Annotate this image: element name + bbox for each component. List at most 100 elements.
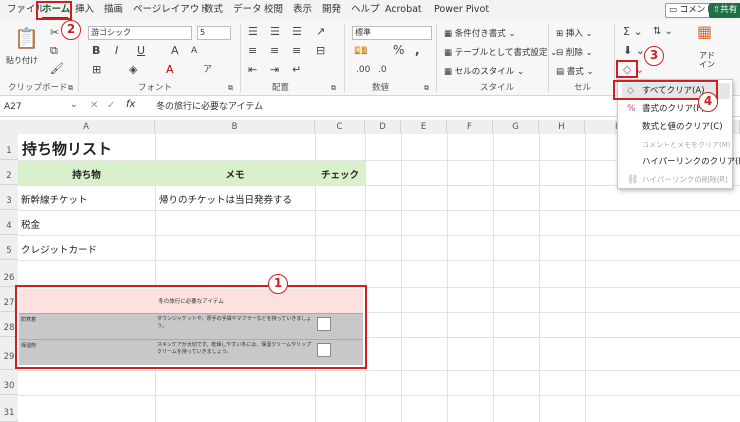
percent-icon[interactable]: % [393, 44, 404, 56]
tab-data[interactable]: データ [233, 2, 262, 18]
column-header[interactable]: D [365, 120, 401, 134]
pasted-textbox[interactable]: 冬の旅行に必要なアイテム 防寒着 ダウンジャケットや、厚手の手袋やマフラーなどを… [15, 285, 367, 369]
remove-hyperlinks-menu-item[interactable]: ⛓ ハイパーリンクの削除(R) [622, 172, 730, 188]
autosum-icon[interactable]: Σ ⌄ [623, 26, 643, 38]
wrap-text-icon[interactable]: ↵ [292, 64, 301, 76]
column-header[interactable]: B [155, 120, 315, 134]
format-cells-button[interactable]: ▤ 書式 ⌄ [556, 65, 594, 77]
font-color-icon[interactable]: A [166, 64, 174, 76]
item-name[interactable]: 新幹線チケット [21, 192, 88, 206]
font-size-combo[interactable]: 5 [197, 26, 231, 40]
delete-cells-button[interactable]: ⊟ 削除 ⌄ [556, 46, 593, 58]
checkbox[interactable] [317, 317, 331, 331]
align-top-icon[interactable]: ☰ [248, 26, 258, 38]
item-name[interactable]: クレジットカード [21, 242, 97, 256]
cut-icon[interactable]: ✂ [50, 27, 59, 39]
currency-icon[interactable]: 💴 [354, 45, 368, 57]
tab-draw[interactable]: 描画 [104, 2, 123, 18]
sort-filter-icon[interactable]: ⇅ ⌄ [653, 26, 673, 38]
number-format-combo[interactable]: 標準 [352, 26, 432, 40]
bold-icon[interactable]: B [92, 45, 100, 57]
tab-help[interactable]: ヘルプ [351, 2, 380, 18]
header-check[interactable]: チェック [315, 167, 365, 181]
column-header[interactable]: C [315, 120, 365, 134]
formula-input[interactable]: 冬の旅行に必要なアイテム [156, 100, 263, 114]
tab-developer[interactable]: 開発 [322, 2, 341, 18]
header-item[interactable]: 持ち物 [18, 167, 155, 181]
copy-icon[interactable]: ⧉ [50, 45, 58, 57]
row-header[interactable]: 5 [0, 235, 18, 260]
font-name-combo[interactable]: 游ゴシック [88, 26, 192, 40]
border-icon[interactable]: ⊞ [92, 64, 101, 76]
insert-cells-button[interactable]: ⊞ 挿入 ⌄ [556, 27, 593, 39]
column-header[interactable]: F [447, 120, 493, 134]
align-bottom-icon[interactable]: ☰ [292, 26, 302, 38]
enter-icon[interactable]: ✓ [107, 100, 115, 111]
font-launcher-icon[interactable]: ⧉ [228, 82, 233, 94]
row-header[interactable]: 26 [0, 260, 18, 287]
checkbox[interactable] [317, 343, 331, 357]
increase-decimal-icon[interactable]: .00 [356, 64, 370, 76]
format-painter-icon[interactable]: 🖌 [50, 63, 64, 75]
addin-icon[interactable]: ▦ [697, 24, 712, 40]
italic-icon[interactable]: I [115, 45, 118, 57]
row-header[interactable]: 1 [0, 134, 18, 160]
paste-label[interactable]: 貼り付け [6, 55, 38, 66]
decrease-decimal-icon[interactable]: .0 [378, 64, 387, 76]
cancel-icon[interactable]: ✕ [90, 100, 98, 111]
phonetic-icon[interactable]: ア [203, 64, 212, 76]
row-header[interactable]: 31 [0, 395, 18, 422]
tab-formulas[interactable]: 数式 [204, 2, 223, 18]
merge-center-icon[interactable]: ⊟ [316, 45, 325, 57]
item-memo[interactable]: 帰りのチケットは当日発券する [159, 192, 292, 206]
column-header[interactable]: G [493, 120, 539, 134]
clear-hyperlinks-menu-item[interactable]: ハイパーリンクのクリア(L) [622, 154, 740, 170]
decrease-font-icon[interactable]: A [191, 45, 197, 57]
align-left-icon[interactable]: ≡ [248, 45, 257, 57]
share-button[interactable]: ⇧共有 [709, 3, 740, 18]
name-box-dropdown-icon[interactable]: ⌄ [70, 100, 78, 110]
header-memo[interactable]: メモ [155, 167, 315, 181]
select-all-corner[interactable] [0, 120, 18, 134]
fill-icon[interactable]: ⬇ ⌄ [623, 45, 645, 57]
underline-icon[interactable]: U [137, 45, 145, 57]
clear-contents-menu-item[interactable]: 数式と値のクリア(C) [622, 119, 730, 135]
name-box[interactable]: A27 [4, 100, 74, 114]
conditional-format-button[interactable]: ▦ 条件付き書式 ⌄ [444, 27, 516, 39]
fill-color-icon[interactable]: ◈ [129, 64, 137, 76]
tab-review[interactable]: 校閲 [264, 2, 283, 18]
row-header[interactable]: 4 [0, 210, 18, 235]
align-right-icon[interactable]: ≡ [292, 45, 301, 57]
column-header[interactable]: A [18, 120, 155, 134]
row-header[interactable]: 30 [0, 370, 18, 395]
tab-power-pivot[interactable]: Power Pivot [434, 2, 489, 18]
format-as-table-button[interactable]: ▦ テーブルとして書式設定 ⌄ [444, 46, 557, 58]
function-icon[interactable]: fx [126, 99, 135, 110]
tab-acrobat[interactable]: Acrobat [385, 2, 422, 18]
sheet-title[interactable]: 持ち物リスト [22, 138, 112, 159]
separator [436, 24, 437, 92]
alignment-launcher-icon[interactable]: ⧉ [331, 82, 336, 94]
item-name[interactable]: 税金 [21, 217, 40, 231]
addin-label[interactable]: アドイン [697, 51, 717, 69]
comma-icon[interactable]: , [415, 44, 420, 56]
column-header[interactable]: H [539, 120, 585, 134]
increase-indent-icon[interactable]: ⇥ [270, 64, 279, 76]
clipboard-launcher-icon[interactable]: ⧉ [68, 82, 73, 94]
align-center-icon[interactable]: ≡ [270, 45, 279, 57]
tab-view[interactable]: 表示 [293, 2, 312, 18]
align-middle-icon[interactable]: ☰ [270, 26, 280, 38]
increase-font-icon[interactable]: A [171, 45, 179, 57]
decrease-indent-icon[interactable]: ⇤ [248, 64, 257, 76]
column-header[interactable]: E [401, 120, 447, 134]
comment-icon: ▭ [669, 5, 678, 15]
tab-insert[interactable]: 挿入 [75, 2, 94, 18]
tab-page-layout[interactable]: ページレイアウト [133, 2, 209, 18]
row-header[interactable]: 2 [0, 160, 18, 185]
cell-styles-button[interactable]: ▦ セルのスタイル ⌄ [444, 65, 524, 77]
orientation-icon[interactable]: ↗ [316, 26, 325, 38]
paste-icon[interactable]: 📋 [14, 27, 39, 49]
number-launcher-icon[interactable]: ⧉ [424, 82, 429, 94]
clear-comments-menu-item[interactable]: コメントとメモをクリア(M) [622, 137, 731, 153]
row-header[interactable]: 3 [0, 185, 18, 210]
